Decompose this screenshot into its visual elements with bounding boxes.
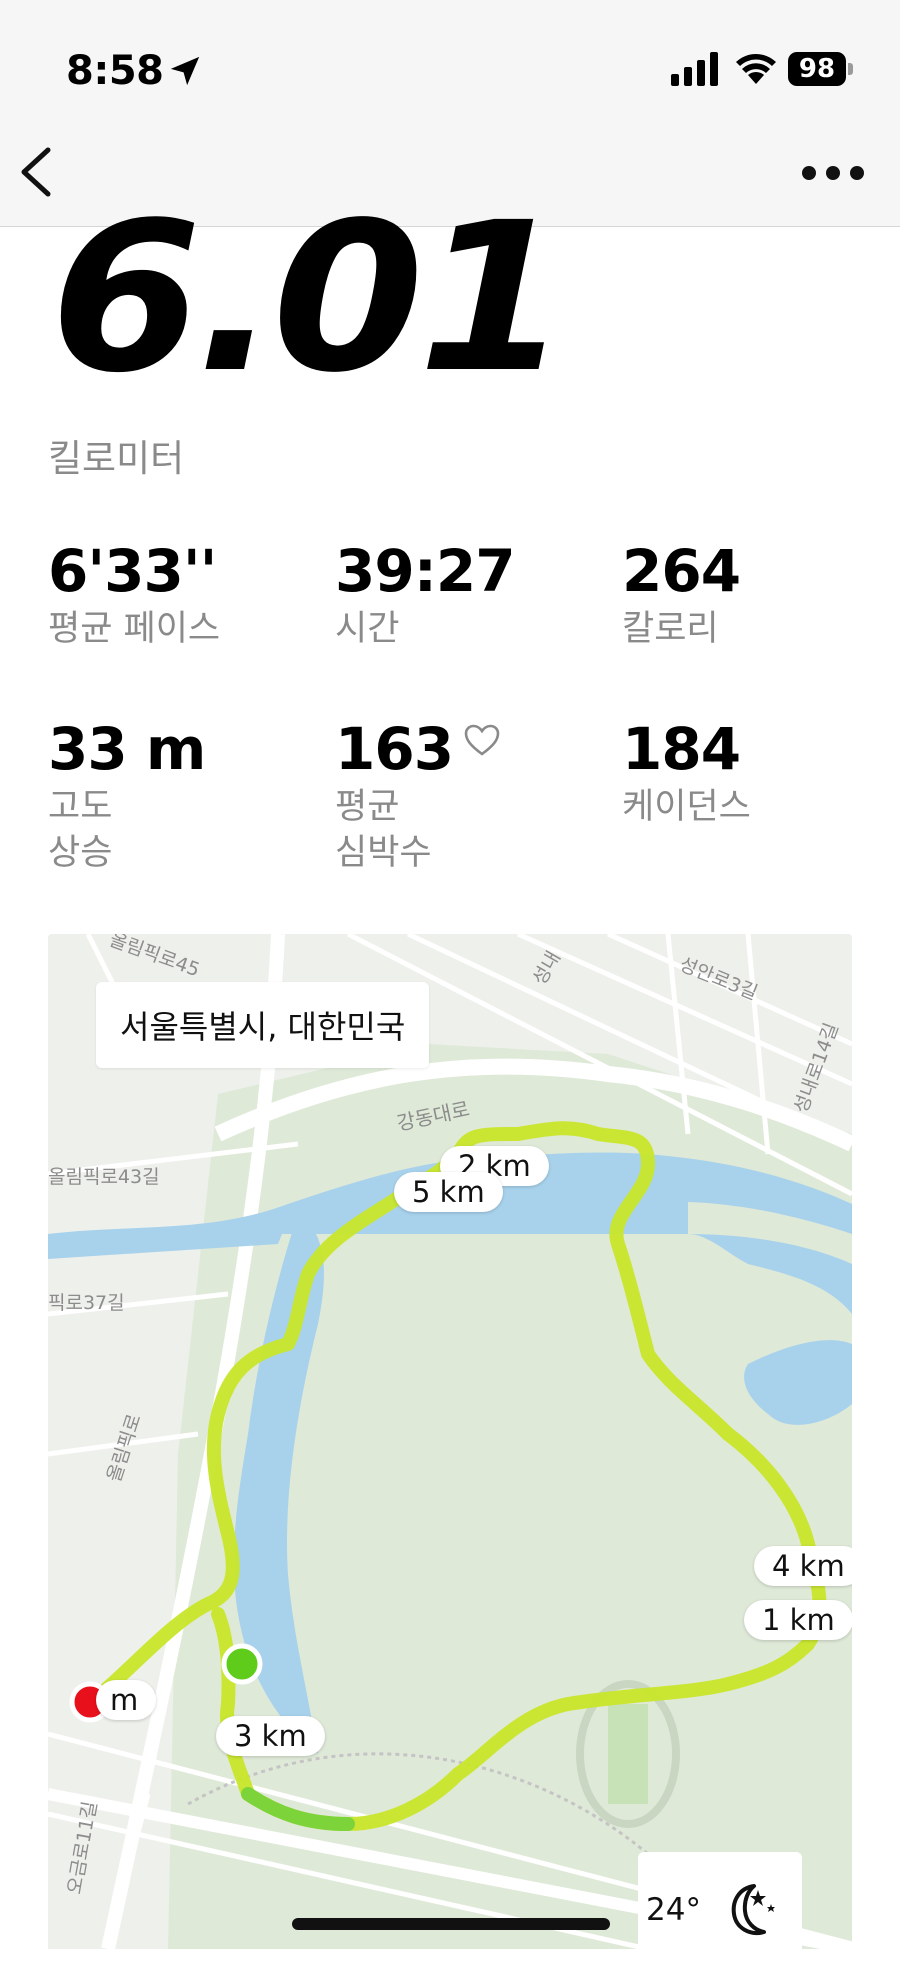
heart-icon bbox=[464, 724, 500, 756]
km-marker-4: 4 km bbox=[754, 1546, 852, 1586]
battery-level: 98 bbox=[788, 52, 846, 86]
distance-unit: 킬로미터 bbox=[48, 437, 185, 480]
map-base bbox=[48, 934, 852, 1949]
stat-value: 184 bbox=[622, 715, 741, 783]
stat-avg-heart-rate: 163 평균 심박수 bbox=[335, 718, 501, 876]
ellipsis-icon[interactable] bbox=[800, 158, 866, 188]
stat-elevation-gain: 33 m 고도 상승 bbox=[48, 715, 206, 876]
km-marker-3: 3 km bbox=[216, 1716, 325, 1756]
street-label: 픽로37길 bbox=[48, 1292, 125, 1314]
stat-value: 33 m bbox=[48, 715, 206, 783]
battery-icon: 98 bbox=[788, 52, 853, 86]
stat-calories: 264 칼로리 bbox=[622, 537, 741, 652]
battery-tip bbox=[848, 63, 853, 75]
distance-value: 6.01 bbox=[50, 178, 570, 418]
weather-temp: 24° bbox=[646, 1892, 701, 1928]
location-card: 서울특별시, 대한민국 bbox=[96, 982, 430, 1068]
wifi-icon bbox=[736, 54, 776, 84]
location-arrow-icon bbox=[170, 56, 200, 86]
status-time: 8:58 bbox=[66, 48, 164, 94]
stat-value: 264 bbox=[622, 537, 741, 605]
signal-bars-icon bbox=[671, 52, 718, 86]
stat-value: 163 bbox=[335, 715, 454, 783]
stat-label: 케이던스 bbox=[622, 787, 751, 827]
stat-label: 시간 bbox=[335, 609, 400, 649]
stat-label: 칼로리 bbox=[622, 609, 719, 649]
km-marker-end: m bbox=[96, 1680, 157, 1720]
route-map[interactable]: 서울특별시, 대한민국 올림픽로45 올림픽로43길 픽로37길 올림픽로 강동… bbox=[48, 934, 852, 1949]
km-marker-5: 5 km bbox=[394, 1172, 503, 1212]
stat-label: 평균 심박수 bbox=[335, 787, 432, 873]
stat-value: 39:27 bbox=[335, 537, 516, 605]
stat-value: 6'33'' bbox=[48, 537, 217, 605]
weather-badge: 24° bbox=[638, 1852, 802, 1962]
stat-cadence: 184 케이던스 bbox=[622, 718, 751, 830]
street-label: 올림픽로43길 bbox=[48, 1166, 160, 1188]
stat-avg-pace: 6'33'' 평균 페이스 bbox=[48, 540, 220, 652]
stat-label: 고도 상승 bbox=[48, 787, 113, 873]
stat-label: 평균 페이스 bbox=[48, 609, 221, 649]
km-marker-1: 1 km bbox=[744, 1600, 852, 1640]
stat-time: 39:27 시간 bbox=[335, 537, 516, 652]
home-indicator[interactable] bbox=[292, 1918, 610, 1930]
moon-stars-icon bbox=[731, 1884, 775, 1935]
